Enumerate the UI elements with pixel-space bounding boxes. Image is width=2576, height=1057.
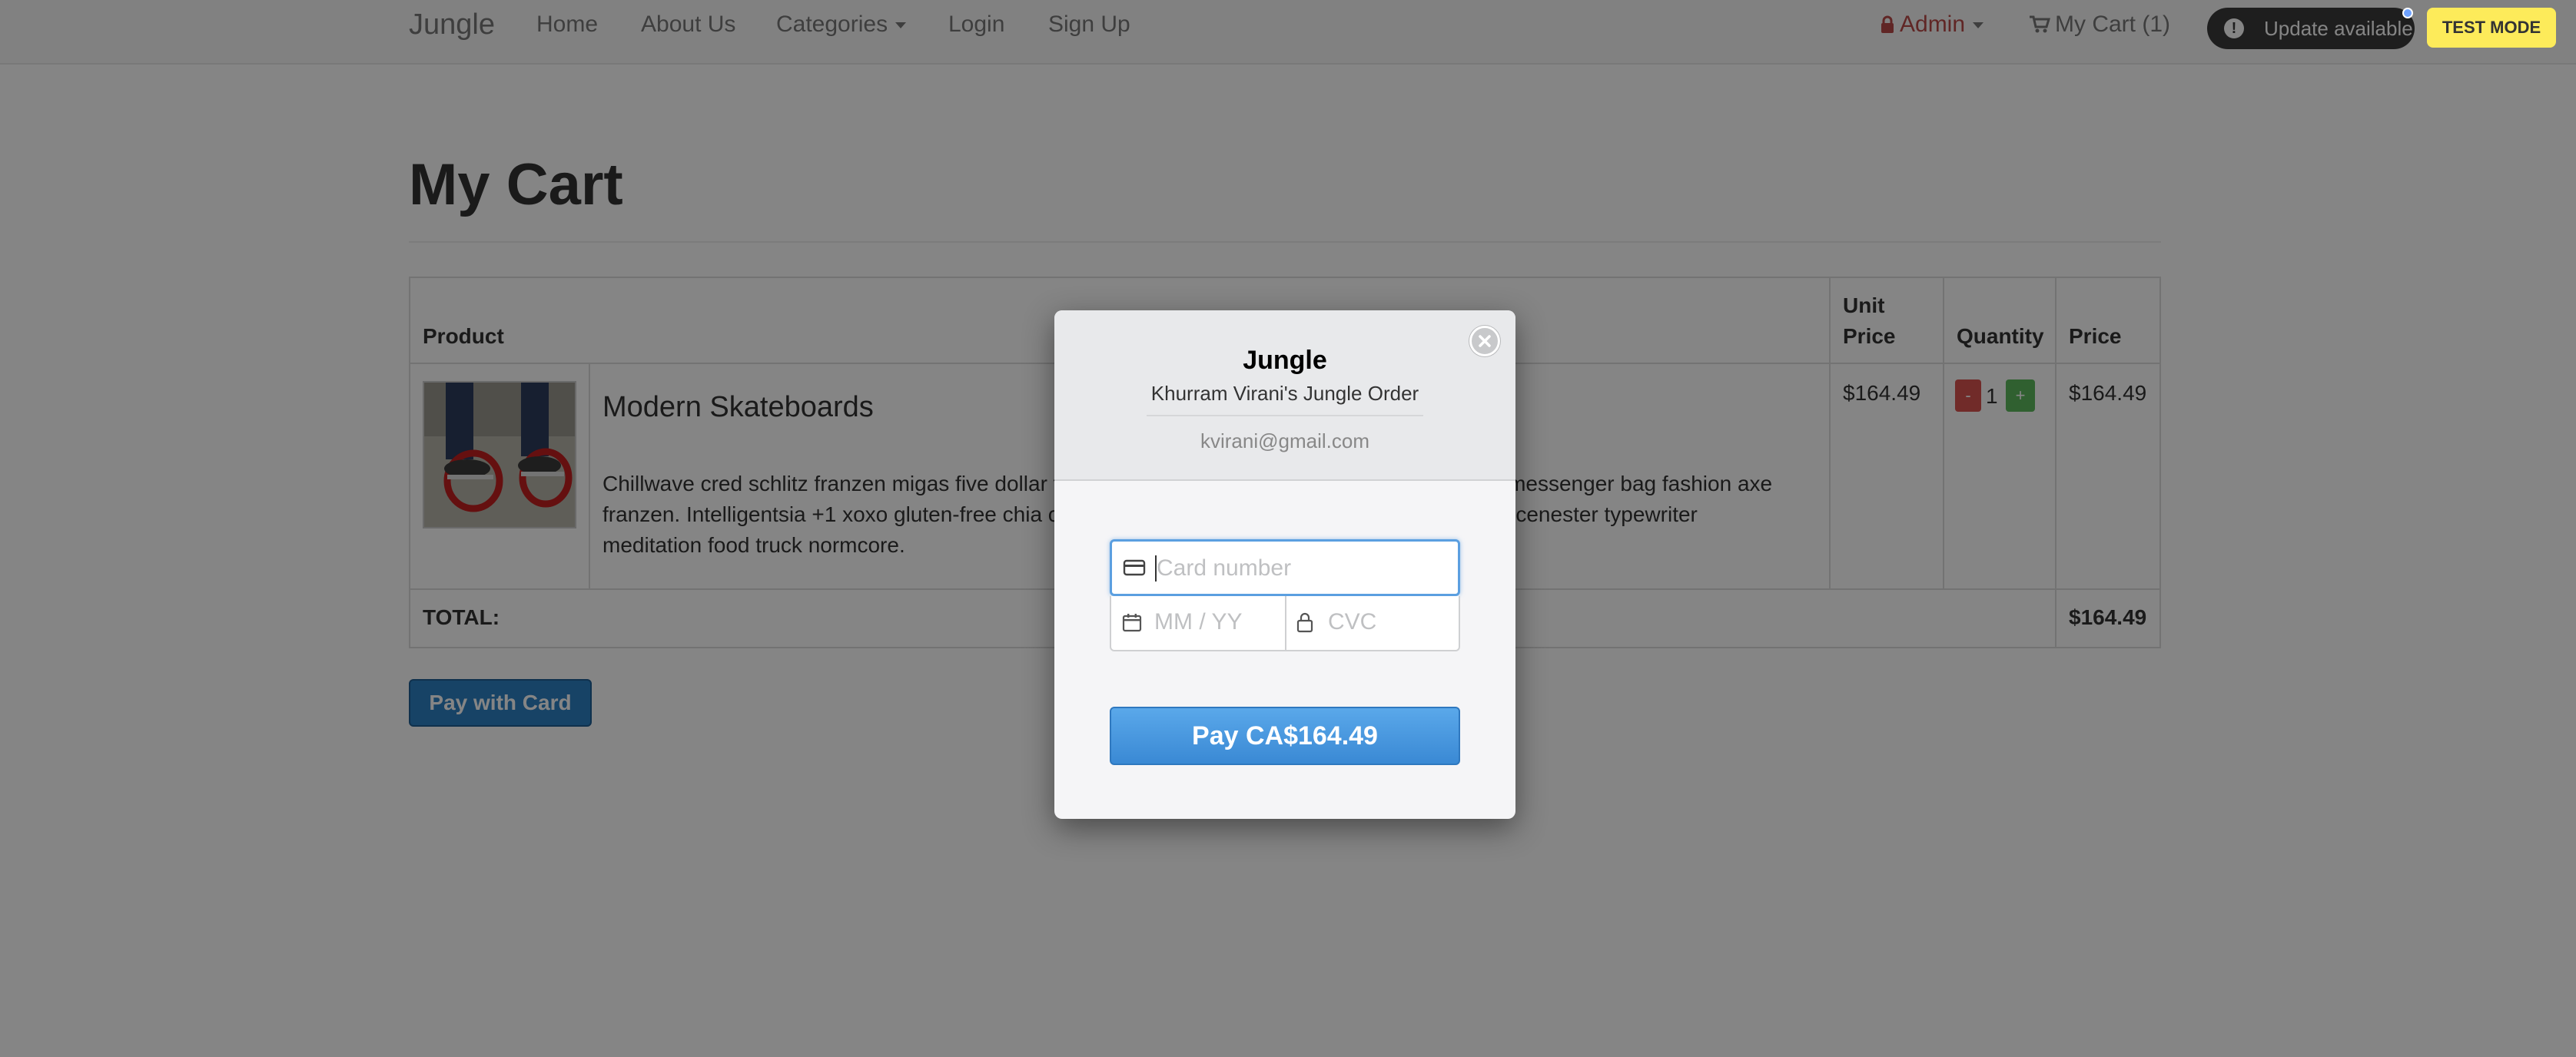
credit-card-icon <box>1123 559 1146 576</box>
checkout-subtitle: Khurram Virani's Jungle Order <box>1150 382 1419 405</box>
close-icon[interactable] <box>1469 326 1500 356</box>
cvc-input[interactable]: CVC <box>1328 608 1376 636</box>
field-divider <box>1285 596 1286 650</box>
expiry-input[interactable]: MM / YY <box>1154 608 1242 636</box>
checkout-email[interactable]: kvirani@gmail.com <box>1054 426 1515 456</box>
notification-dot <box>2402 8 2413 18</box>
checkout-modal: Jungle Khurram Virani's Jungle Order kvi… <box>1054 310 1515 819</box>
card-number-input[interactable]: Card number <box>1110 539 1460 596</box>
calendar-icon <box>1122 614 1142 632</box>
checkout-title: Jungle <box>1243 346 1327 375</box>
pay-button[interactable]: Pay CA$164.49 <box>1110 707 1460 765</box>
card-number-placeholder: Card number <box>1157 555 1292 581</box>
checkout-subtitle-divider <box>1147 415 1423 416</box>
expiry-cvc-row: MM / YY CVC <box>1110 596 1460 651</box>
lock-icon <box>1296 612 1313 633</box>
checkout-header: Jungle Khurram Virani's Jungle Order kvi… <box>1054 310 1515 481</box>
test-mode-badge: TEST MODE <box>2427 8 2556 48</box>
